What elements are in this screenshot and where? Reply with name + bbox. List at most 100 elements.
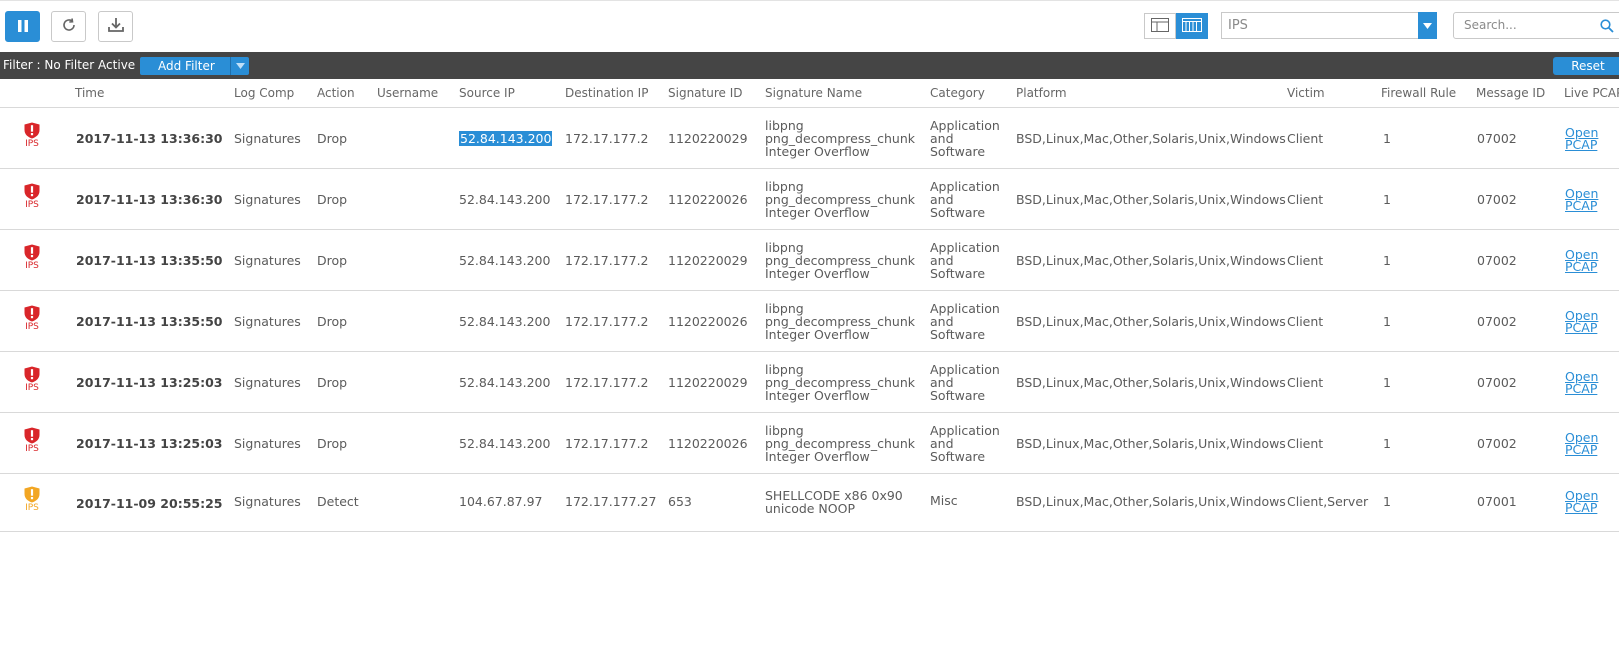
cell-log-comp: Signatures <box>234 494 301 509</box>
chevron-down-icon[interactable] <box>1418 12 1437 39</box>
column-header-time[interactable]: Time <box>75 86 104 100</box>
table-row[interactable]: IPS 2017-11-13 13:35:50 Signatures Drop … <box>0 291 1619 352</box>
column-header-signature-name[interactable]: Signature Name <box>765 86 862 100</box>
column-header-live-pcap[interactable]: Live PCAP <box>1564 86 1619 100</box>
detail-view-icon <box>1151 17 1169 36</box>
module-select[interactable]: IPS <box>1221 12 1437 39</box>
cell-category: Misc <box>930 494 1010 507</box>
column-header-signature-id[interactable]: Signature ID <box>668 86 742 100</box>
column-header-username[interactable]: Username <box>377 86 438 100</box>
cell-signature-id: 653 <box>668 494 692 509</box>
cell-firewall-rule: 1 <box>1383 314 1391 329</box>
search-input[interactable] <box>1464 18 1594 32</box>
column-header-message-id[interactable]: Message ID <box>1476 86 1545 100</box>
open-pcap-link[interactable]: Open PCAP <box>1565 126 1605 151</box>
cell-source-ip: 52.84.143.200 <box>459 436 551 451</box>
shield-warning-icon <box>20 486 44 503</box>
module-select-value: IPS <box>1228 18 1248 33</box>
category-line: Software <box>930 327 986 342</box>
refresh-button[interactable] <box>51 11 86 42</box>
cell-victim: Client <box>1287 131 1324 146</box>
column-header-victim[interactable]: Victim <box>1287 86 1325 100</box>
ips-label: IPS <box>25 139 39 149</box>
cell-signature-name: SHELLCODE x86 0x90 unicode NOOP <box>765 489 925 515</box>
table-row[interactable]: IPS 2017-11-13 13:35:50 Signatures Drop … <box>0 230 1619 291</box>
open-pcap-link[interactable]: Open PCAP <box>1565 187 1605 212</box>
cell-destination-ip: 172.17.177.27 <box>565 494 657 509</box>
cell-message-id: 07002 <box>1477 253 1517 268</box>
cell-action: Drop <box>317 131 348 146</box>
cell-signature-name: libpng png_decompress_chunk Integer Over… <box>765 119 925 158</box>
add-filter-label: Add Filter <box>158 59 215 73</box>
cell-destination-ip: 172.17.177.2 <box>565 314 649 329</box>
download-button[interactable] <box>98 11 133 42</box>
category-line: Software <box>930 388 986 403</box>
grid-view-button[interactable] <box>1176 13 1208 39</box>
cell-platform: BSD,Linux,Mac,Other,Solaris,Unix,Windows <box>1016 253 1286 268</box>
signature-name-line: unicode NOOP <box>765 501 856 516</box>
column-header-source-ip[interactable]: Source IP <box>459 86 515 100</box>
ips-label: IPS <box>25 322 39 332</box>
column-header-action[interactable]: Action <box>317 86 355 100</box>
table-row[interactable]: IPS 2017-11-13 13:25:03 Signatures Drop … <box>0 413 1619 474</box>
cell-destination-ip: 172.17.177.2 <box>565 192 649 207</box>
cell-source-ip: 52.84.143.200 <box>459 192 551 207</box>
cell-source-ip-text: 52.84.143.200 <box>459 131 553 146</box>
ips-label: IPS <box>25 444 39 454</box>
chevron-down-icon[interactable] <box>230 57 249 75</box>
open-pcap-link[interactable]: Open PCAP <box>1565 489 1605 514</box>
reset-button[interactable]: Reset <box>1553 57 1619 75</box>
cell-category: Application and Software <box>930 241 1010 280</box>
cell-message-id: 07002 <box>1477 131 1517 146</box>
cell-firewall-rule: 1 <box>1383 253 1391 268</box>
cell-time: 2017-11-13 13:35:50 <box>76 314 223 329</box>
column-header-destination-ip[interactable]: Destination IP <box>565 86 648 100</box>
cell-action: Drop <box>317 192 348 207</box>
cell-signature-name: libpng png_decompress_chunk Integer Over… <box>765 424 925 463</box>
pause-icon <box>17 17 29 36</box>
ips-label: IPS <box>25 503 39 513</box>
add-filter-button[interactable]: Add Filter <box>140 57 249 75</box>
cell-destination-ip: 172.17.177.2 <box>565 131 649 146</box>
ips-severity-badge: IPS <box>20 305 44 333</box>
pause-button[interactable] <box>5 11 40 42</box>
cell-source-ip[interactable]: 52.84.143.200 <box>459 131 553 146</box>
ips-severity-badge: IPS <box>20 122 44 150</box>
open-pcap-link[interactable]: Open PCAP <box>1565 309 1605 334</box>
cell-time: 2017-11-13 13:25:03 <box>76 375 223 390</box>
column-header-platform[interactable]: Platform <box>1016 86 1067 100</box>
ips-severity-badge: IPS <box>20 183 44 211</box>
column-header-log-comp[interactable]: Log Comp <box>234 86 294 100</box>
signature-name-line: Integer Overflow <box>765 266 870 281</box>
cell-category: Application and Software <box>930 363 1010 402</box>
signature-name-line: Integer Overflow <box>765 205 870 220</box>
cell-message-id: 07001 <box>1477 494 1517 509</box>
cell-category: Application and Software <box>930 302 1010 341</box>
open-pcap-link[interactable]: Open PCAP <box>1565 248 1605 273</box>
cell-time: 2017-11-13 13:25:03 <box>76 436 223 451</box>
cell-signature-id: 1120220029 <box>668 131 748 146</box>
table-row[interactable]: IPS 2017-11-13 13:36:30 Signatures Drop … <box>0 169 1619 230</box>
table-header: Time Log Comp Action Username Source IP … <box>0 80 1619 108</box>
cell-message-id: 07002 <box>1477 192 1517 207</box>
table-row[interactable]: IPS 2017-11-13 13:36:30 Signatures Drop … <box>0 108 1619 169</box>
cell-platform: BSD,Linux,Mac,Other,Solaris,Unix,Windows <box>1016 494 1286 509</box>
open-pcap-link[interactable]: Open PCAP <box>1565 431 1605 456</box>
refresh-icon <box>61 17 77 37</box>
table-row[interactable]: IPS 2017-11-13 13:25:03 Signatures Drop … <box>0 352 1619 413</box>
cell-time: 2017-11-13 13:36:30 <box>76 192 223 207</box>
cell-platform: BSD,Linux,Mac,Other,Solaris,Unix,Windows <box>1016 192 1286 207</box>
open-pcap-link[interactable]: Open PCAP <box>1565 370 1605 395</box>
cell-destination-ip: 172.17.177.2 <box>565 436 649 451</box>
column-header-category[interactable]: Category <box>930 86 985 100</box>
signature-name-line: Integer Overflow <box>765 144 870 159</box>
search-box <box>1453 12 1619 39</box>
column-header-firewall-rule[interactable]: Firewall Rule <box>1381 86 1456 100</box>
detail-view-button[interactable] <box>1144 13 1176 39</box>
cell-time: 2017-11-13 13:35:50 <box>76 253 223 268</box>
search-icon[interactable] <box>1600 18 1614 37</box>
cell-action: Detect <box>317 494 359 509</box>
cell-victim: Client,Server <box>1287 494 1369 509</box>
table-row[interactable]: IPS 2017-11-09 20:55:25 Signatures Detec… <box>0 474 1619 532</box>
cell-source-ip: 52.84.143.200 <box>459 253 551 268</box>
